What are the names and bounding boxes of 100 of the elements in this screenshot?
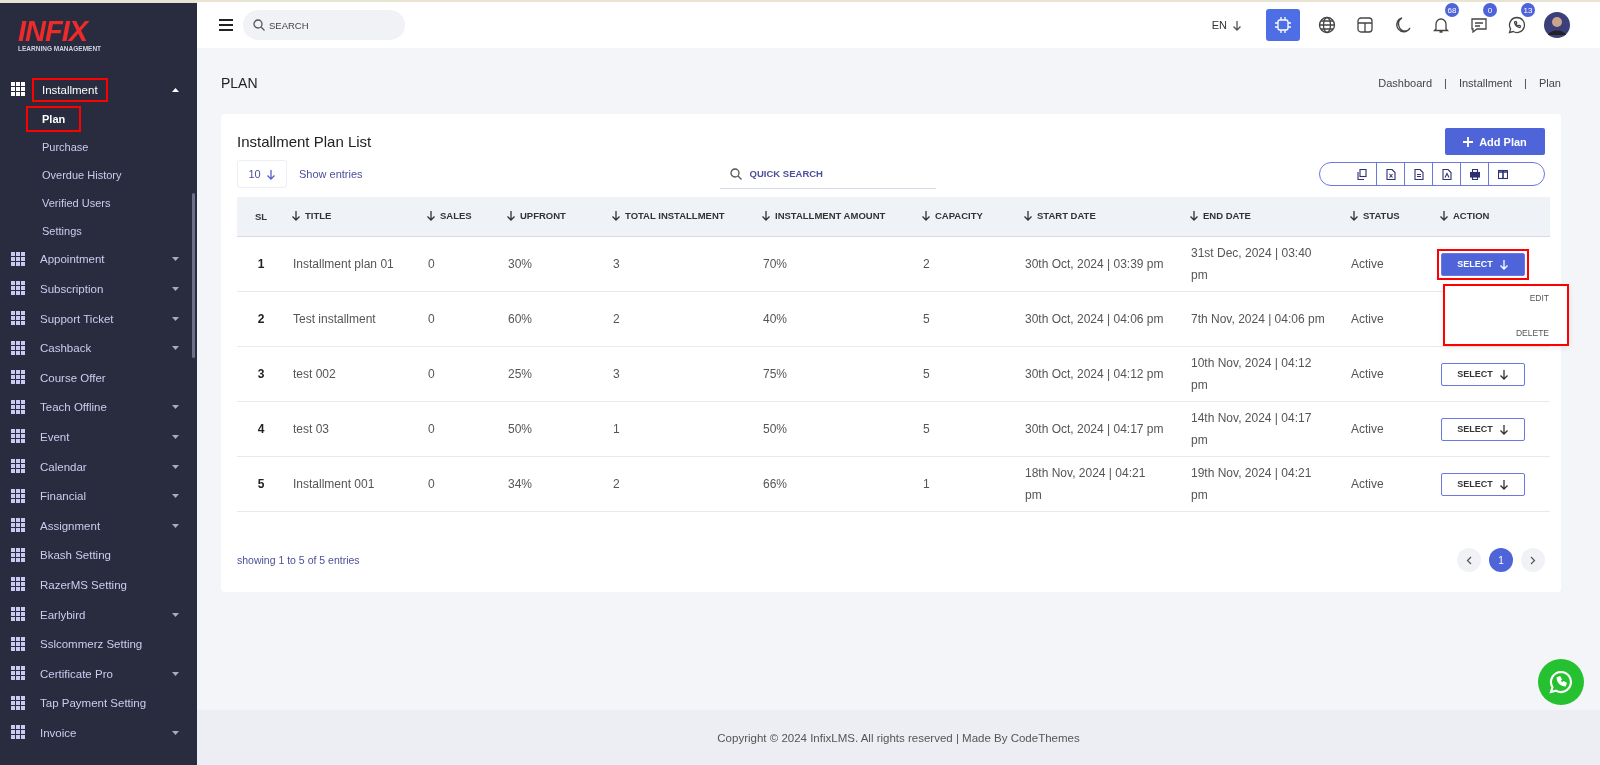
grid-icon — [11, 725, 26, 741]
search-icon — [729, 168, 742, 180]
sidebar-item[interactable]: Subscription — [40, 283, 172, 295]
table-cell-text: Active — [1351, 421, 1384, 438]
column-header[interactable]: ACTION — [1439, 210, 1490, 221]
grid-icon — [11, 340, 26, 356]
breadcrumb-link[interactable]: Installment — [1458, 76, 1513, 89]
sidebar-subitem[interactable]: Verified Users — [42, 196, 111, 209]
column-header[interactable]: TOTAL INSTALLMENT — [611, 210, 725, 221]
arrow-down-icon — [1498, 423, 1509, 435]
table-cell-text: 75% — [763, 366, 788, 383]
sort-arrow-icon — [1439, 210, 1449, 221]
select-button[interactable]: SELECT — [1441, 472, 1525, 496]
column-header[interactable]: END DATE — [1189, 210, 1251, 221]
chevron-right-icon — [1530, 555, 1536, 565]
table-cell-text: Active — [1351, 256, 1384, 273]
table-cell-text: 5 — [923, 366, 930, 383]
arrow-down-icon — [265, 168, 276, 180]
footer-text: Copyright © 2024 InfixLMS. All rights reserved | Made By CodeThemes — [197, 710, 1600, 765]
table-cell-text: 30th Oct, 2024 | 04:17 pm — [1025, 421, 1164, 438]
sidebar-item[interactable]: Earlybird — [40, 608, 172, 621]
sidebar-item[interactable]: Teach Offline — [40, 401, 172, 414]
arrow-down-icon — [1498, 258, 1509, 270]
page-button[interactable]: 1 — [1489, 548, 1513, 572]
sidebar-item[interactable]: Calendar — [40, 460, 172, 473]
grid-icon — [11, 429, 26, 445]
table-cell-text: 14th Nov, 2024 | 04:17 pm — [1191, 410, 1313, 449]
table-cell-text: 3 — [257, 366, 265, 383]
column-header[interactable]: UPFRONT — [506, 210, 566, 221]
sidebar-item[interactable]: Assignment — [40, 519, 172, 532]
column-header[interactable]: STATUS — [1349, 210, 1400, 221]
column-header[interactable]: SALES — [426, 210, 472, 221]
sidebar-item[interactable]: Certificate Pro — [40, 667, 172, 680]
select-button[interactable]: SELECT — [1441, 362, 1525, 386]
sort-arrow-icon — [761, 210, 771, 221]
scrollbar[interactable] — [192, 193, 195, 358]
sidebar-subitem[interactable]: Settings — [42, 224, 82, 237]
sidebar-item[interactable]: Support Ticket — [40, 312, 172, 325]
sidebar-item[interactable]: Event — [40, 430, 172, 443]
select-button[interactable]: SELECT — [1441, 252, 1525, 276]
sidebar-item[interactable]: RazerMS Setting — [40, 578, 179, 591]
grid-icon — [11, 518, 26, 534]
print-icon — [1469, 168, 1480, 180]
ai-button[interactable] — [1266, 9, 1300, 41]
table-cell-text: 5 — [257, 476, 265, 493]
grid-icon — [11, 459, 26, 475]
menu-item[interactable]: EDIT — [1529, 286, 1549, 309]
table-cell-text: 0 — [428, 476, 435, 493]
sidebar-item[interactable]: Sslcommerz Setting — [40, 638, 179, 651]
grid-icon — [11, 607, 26, 622]
table-cell-text: 40% — [763, 311, 788, 328]
column-header[interactable]: CAPACITY — [921, 210, 983, 221]
search-field[interactable]: SEARCH — [243, 10, 405, 40]
table-cell-text: Installment plan 01 — [293, 256, 394, 273]
sidebar-item[interactable]: Tap Payment Setting — [40, 697, 179, 710]
language-button[interactable]: EN — [1205, 18, 1248, 32]
select-button[interactable]: SELECT — [1441, 417, 1525, 441]
table-cell-text: 7th Nov, 2024 | 04:06 pm — [1191, 311, 1325, 328]
sidebar-subitem[interactable]: Overdue History — [42, 168, 122, 181]
sidebar-subitem[interactable]: Plan — [26, 105, 82, 132]
page-size-select[interactable]: 10 — [237, 160, 287, 188]
table-cell-text: Active — [1351, 476, 1384, 493]
table-cell-text: 2 — [613, 476, 620, 493]
column-header[interactable]: INSTALLMENT AMOUNT — [761, 210, 886, 221]
menu-icon[interactable] — [219, 19, 233, 31]
sidebar-item[interactable]: Course Offer — [40, 371, 179, 384]
search-icon — [253, 19, 265, 31]
menu-item[interactable]: DELETE — [1515, 321, 1549, 344]
sidebar-item[interactable]: Financial — [40, 490, 172, 503]
card-title: Installment Plan List — [237, 133, 372, 150]
column-header[interactable]: START DATE — [1023, 210, 1096, 221]
grid-icon — [11, 399, 26, 415]
grid-icon — [11, 547, 26, 563]
breadcrumb-link[interactable]: Plan — [1538, 76, 1561, 89]
table-cell-text: Active — [1351, 366, 1384, 383]
sidebar-item[interactable]: Invoice — [40, 726, 172, 739]
sidebar-item[interactable]: Installment — [32, 77, 108, 102]
plus-icon — [1463, 136, 1474, 147]
table-cell-text: 66% — [763, 476, 788, 493]
sort-arrow-icon — [1189, 210, 1199, 221]
column-header[interactable]: SL — [254, 211, 268, 222]
copy-icon — [1357, 168, 1367, 180]
breadcrumb-link[interactable]: Dashboard — [1378, 76, 1433, 89]
breadcrumb-separator: | — [1524, 76, 1527, 89]
logo-text: INFIX — [18, 17, 89, 45]
add-plan-button[interactable]: Add Plan — [1445, 128, 1545, 155]
sidebar-item[interactable]: Cashback — [40, 342, 172, 355]
globe-icon — [1318, 16, 1336, 34]
sidebar-item[interactable]: Appointment — [40, 253, 172, 266]
show-entries-label: Show entries — [299, 168, 363, 180]
avatar[interactable] — [1544, 12, 1570, 38]
table-cell-text: 34% — [508, 476, 533, 493]
table-cell-text: 1 — [613, 421, 620, 438]
table-cell-text: 30% — [508, 256, 533, 273]
column-header[interactable]: TITLE — [291, 210, 332, 221]
arrow-down-icon — [1498, 478, 1509, 490]
table-cell-text: 31st Dec, 2024 | 03:40 pm — [1191, 245, 1313, 284]
sort-arrow-icon — [611, 210, 621, 221]
sidebar-item[interactable]: Bkash Setting — [40, 549, 179, 562]
sidebar-subitem[interactable]: Purchase — [42, 140, 89, 153]
